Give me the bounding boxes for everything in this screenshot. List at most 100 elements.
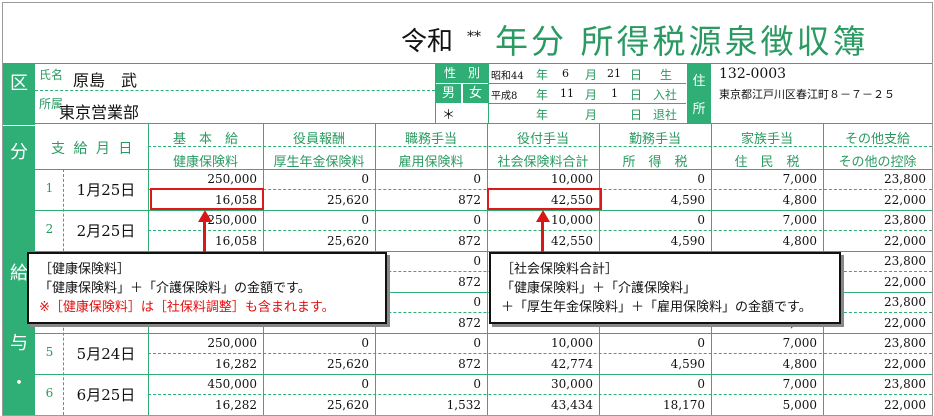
callout-left-line-2: 「健康保険料」＋「介護保険料」の金額です。	[39, 281, 311, 296]
col-header-top-6: その他支給	[844, 132, 910, 147]
title-year-placeholder: **	[467, 29, 481, 45]
cell-bottom-2: 872	[458, 234, 481, 248]
join-era: 平成8	[491, 91, 518, 102]
sex-male: 男	[436, 84, 461, 103]
col-header-top-5: 家族手当	[740, 132, 793, 147]
address-label: 住 所	[687, 64, 711, 123]
col-header-top-3: 役付手当	[516, 132, 569, 147]
birth-day: 21	[607, 67, 621, 80]
cell-top-6: 23,800	[884, 213, 926, 227]
cell-top-1: 0	[361, 336, 369, 350]
cell-top-1: 0	[361, 213, 369, 227]
row-number: 1	[45, 181, 54, 195]
cell-bottom-6: 22,000	[884, 234, 926, 248]
col-header-bottom-2: 雇用保険料	[398, 155, 464, 170]
col-header-bottom-6: その他の控除	[838, 155, 917, 170]
join-month: 11	[560, 87, 574, 100]
cell-bottom-5: 4,800	[782, 193, 817, 207]
cell-bottom-4: 18,170	[663, 398, 705, 412]
cell-bottom-5: 4,800	[782, 357, 817, 371]
cell-bottom-1: 25,620	[327, 234, 369, 248]
cell-bottom-1: 25,620	[327, 398, 369, 412]
cell-top-5: 7,000	[782, 172, 817, 186]
col-header-bottom-0: 健康保険料	[172, 155, 238, 170]
row-pay-date: 5月24日	[76, 345, 136, 363]
cell-bottom-2: 1,532	[446, 398, 481, 412]
employee-dept: 東京営業部	[59, 103, 140, 122]
document-title: 年分 所得税源泉徴収簿	[495, 22, 869, 61]
cell-top-2: 0	[473, 336, 481, 350]
cell-bottom-0: 16,282	[215, 357, 257, 371]
cell-bottom-3: 43,434	[551, 398, 593, 412]
cell-bottom-3: 42,774	[551, 357, 593, 371]
birth-era: 昭和44	[491, 71, 524, 82]
callout-right-line-3: ＋「厚生年金保険料」＋「雇用保険料」の金額です。	[501, 300, 812, 315]
col-header-top-1: 役員報酬	[292, 132, 345, 147]
name-dept-divider	[35, 90, 435, 91]
address-label-1: 住	[692, 74, 706, 89]
col-header-top-4: 勤務手当	[628, 132, 681, 147]
arrow-shaft-left	[203, 221, 206, 253]
leave-month-label: 月	[585, 108, 598, 122]
arrow-shaft-right	[541, 221, 544, 253]
col-header-bottom-5: 住 民 税	[734, 155, 800, 170]
cell-bottom-6: 22,000	[884, 357, 926, 371]
name-label: 氏名	[39, 68, 64, 82]
cell-top-1: 0	[361, 377, 369, 391]
join-month-label: 月	[585, 88, 598, 102]
cell-top-6: 23,800	[884, 377, 926, 391]
leave-event: 退社	[653, 108, 678, 122]
birth-month-label: 月	[585, 68, 598, 82]
col-line-4	[487, 123, 488, 415]
cell-bottom-4: 4,590	[670, 234, 705, 248]
side-divider	[3, 125, 35, 126]
highlight-health-insurance	[150, 188, 264, 210]
col-header-bottom-3: 社会保険料合計	[497, 155, 589, 170]
cell-top-2: 0	[473, 295, 481, 309]
cell-top-0: 250,000	[207, 336, 257, 350]
callout-health-insurance: ［健康保険料］ 「健康保険料」＋「介護保険料」の金額です。 ※［健康保険料］は［…	[27, 252, 387, 324]
sex-female: 女	[463, 84, 488, 103]
address-zip: 132-0003	[719, 66, 787, 82]
row-number: 2	[45, 222, 54, 236]
cell-bottom-1: 25,620	[327, 193, 369, 207]
cell-top-0: 250,000	[207, 172, 257, 186]
cell-bottom-3: 42,550	[551, 234, 593, 248]
cell-top-6: 23,800	[884, 172, 926, 186]
date-row-line-1	[488, 83, 686, 84]
cell-top-2: 0	[473, 172, 481, 186]
callout-left-line-1: ［健康保険料］	[39, 262, 131, 277]
cell-bottom-0: 16,282	[215, 398, 257, 412]
col-header-date: 支 給 月 日	[51, 141, 135, 157]
cell-top-3: 10,000	[551, 172, 593, 186]
callout-social-insurance-total: ［社会保険料合計］ 「健康保険料」＋「介護保険料」 ＋「厚生年金保険料」＋「雇用…	[489, 252, 841, 324]
date-row-line-2	[488, 103, 686, 104]
cell-top-5: 7,000	[782, 377, 817, 391]
birth-event: 生	[660, 68, 673, 82]
row-pay-date: 6月25日	[76, 386, 136, 404]
cell-top-4: 0	[697, 336, 705, 350]
cell-top-1: 0	[361, 172, 369, 186]
row-pay-date: 2月25日	[76, 222, 136, 240]
cell-bottom-2: 872	[458, 316, 481, 330]
cell-top-4: 0	[697, 377, 705, 391]
cell-bottom-6: 22,000	[884, 193, 926, 207]
birth-day-label: 日	[630, 68, 643, 82]
callout-left-line-3: ※［健康保険料］は［社保料調整］も含まれます。	[39, 300, 335, 315]
col-header-bottom-4: 所 得 税	[622, 155, 688, 170]
birth-month: 6	[562, 67, 569, 80]
withholding-ledger-document: 令和 ** 年分 所得税源泉徴収簿 区 分 給 与 ・ 氏名 原島 武 所属 東…	[2, 2, 933, 416]
join-year-label: 年	[536, 88, 549, 102]
cell-top-3: 30,000	[551, 377, 593, 391]
cell-top-2: 0	[473, 254, 481, 268]
title-era: 令和	[401, 27, 454, 57]
side-ku: 区	[10, 73, 28, 94]
birth-year-label: 年	[536, 68, 549, 82]
cell-top-0: 450,000	[207, 377, 257, 391]
cell-top-4: 0	[697, 172, 705, 186]
row-pay-date: 1月25日	[76, 181, 136, 199]
side-bun: 分	[10, 142, 28, 163]
cell-top-2: 0	[473, 213, 481, 227]
col-header-top-2: 職務手当	[404, 132, 457, 147]
sex-right-border	[488, 63, 489, 123]
